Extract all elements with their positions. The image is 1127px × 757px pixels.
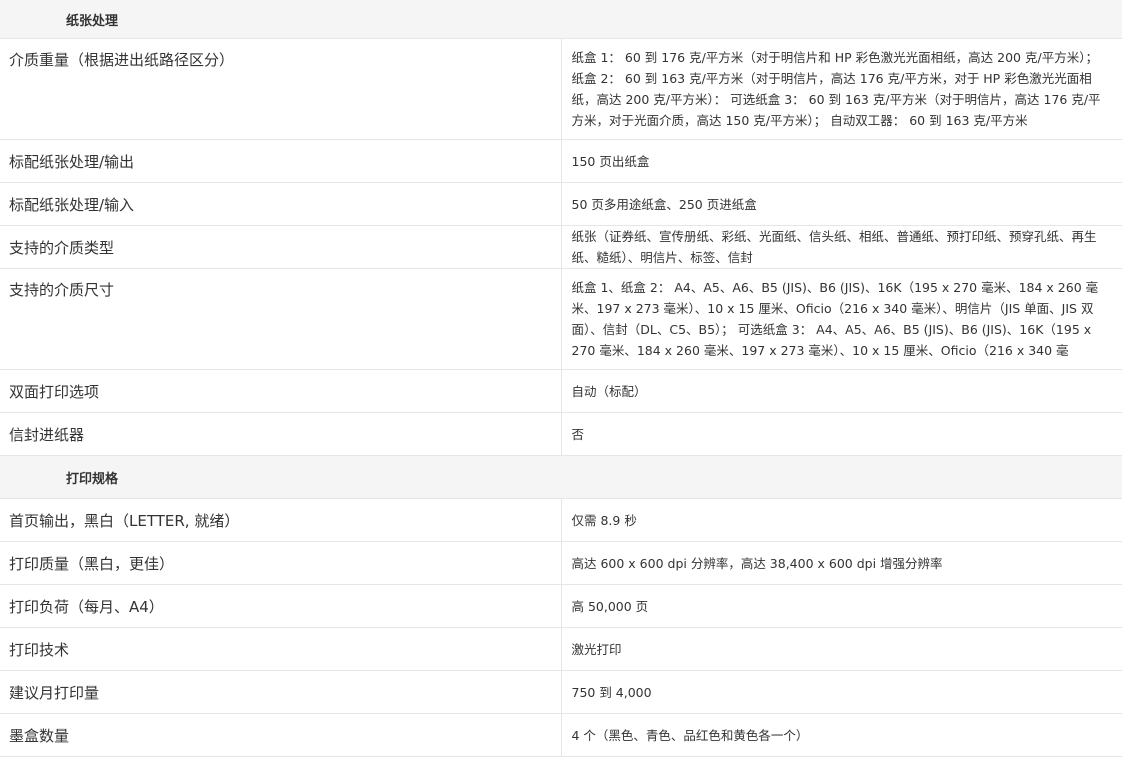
spec-value: 750 到 4,000 xyxy=(561,670,1122,714)
spec-value: 4 个（黑色、青色、品红色和黄色各一个） xyxy=(561,713,1122,757)
spec-value: 150 页出纸盒 xyxy=(561,139,1122,183)
spec-label: 双面打印选项 xyxy=(0,369,562,413)
section-title: 纸张处理 xyxy=(0,0,1122,39)
spec-value: 纸盒 1、纸盒 2： A4、A5、A6、B5 (JIS)、B6 (JIS)、16… xyxy=(561,268,1122,370)
section-header-print-specs: 打印规格 xyxy=(0,455,1122,499)
spec-value: 仅需 8.9 秒 xyxy=(561,498,1122,542)
spec-row-print-technology: 打印技术 激光打印 xyxy=(0,627,1122,671)
spec-label: 建议月打印量 xyxy=(0,670,562,714)
section-header-paper-handling: 纸张处理 xyxy=(0,0,1122,39)
spec-value: 否 xyxy=(561,412,1122,456)
spec-row-media-types: 支持的介质类型 纸张（证券纸、宣传册纸、彩纸、光面纸、信头纸、相纸、普通纸、预打… xyxy=(0,225,1122,269)
spec-value: 50 页多用途纸盒、250 页进纸盒 xyxy=(561,182,1122,226)
spec-row-print-quality: 打印质量（黑白，更佳） 高达 600 x 600 dpi 分辨率，高达 38,4… xyxy=(0,541,1122,585)
spec-row-envelope-feeder: 信封进纸器 否 xyxy=(0,412,1122,456)
spec-value: 高达 600 x 600 dpi 分辨率，高达 38,400 x 600 dpi… xyxy=(561,541,1122,585)
spec-label: 打印技术 xyxy=(0,627,562,671)
spec-value: 纸盒 1： 60 到 176 克/平方米（对于明信片和 HP 彩色激光光面相纸，… xyxy=(561,38,1122,140)
spec-row-standard-input: 标配纸张处理/输入 50 页多用途纸盒、250 页进纸盒 xyxy=(0,182,1122,226)
spec-value: 激光打印 xyxy=(561,627,1122,671)
spec-label: 首页输出，黑白（LETTER, 就绪） xyxy=(0,498,562,542)
spec-row-media-weight: 介质重量（根据进出纸路径区分） 纸盒 1： 60 到 176 克/平方米（对于明… xyxy=(0,38,1122,140)
spec-value: 自动（标配） xyxy=(561,369,1122,413)
spec-row-duty-cycle: 打印负荷（每月、A4） 高 50,000 页 xyxy=(0,584,1122,628)
spec-label: 信封进纸器 xyxy=(0,412,562,456)
spec-label: 介质重量（根据进出纸路径区分） xyxy=(0,38,562,140)
spec-label: 支持的介质尺寸 xyxy=(0,268,562,370)
spec-row-recommended-volume: 建议月打印量 750 到 4,000 xyxy=(0,670,1122,714)
spec-row-media-sizes: 支持的介质尺寸 纸盒 1、纸盒 2： A4、A5、A6、B5 (JIS)、B6 … xyxy=(0,268,1122,370)
spec-label: 打印负荷（每月、A4） xyxy=(0,584,562,628)
spec-label: 墨盒数量 xyxy=(0,713,562,757)
spec-value: 纸张（证券纸、宣传册纸、彩纸、光面纸、信头纸、相纸、普通纸、预打印纸、预穿孔纸、… xyxy=(561,225,1122,269)
spec-row-first-page-out: 首页输出，黑白（LETTER, 就绪） 仅需 8.9 秒 xyxy=(0,498,1122,542)
spec-label: 标配纸张处理/输出 xyxy=(0,139,562,183)
spec-value: 高 50,000 页 xyxy=(561,584,1122,628)
spec-label: 支持的介质类型 xyxy=(0,225,562,269)
spec-label: 打印质量（黑白，更佳） xyxy=(0,541,562,585)
spec-table: 纸张处理 介质重量（根据进出纸路径区分） 纸盒 1： 60 到 176 克/平方… xyxy=(0,0,1122,757)
section-title: 打印规格 xyxy=(0,455,1122,499)
spec-row-duplex: 双面打印选项 自动（标配） xyxy=(0,369,1122,413)
spec-row-standard-output: 标配纸张处理/输出 150 页出纸盒 xyxy=(0,139,1122,183)
spec-label: 标配纸张处理/输入 xyxy=(0,182,562,226)
spec-row-cartridge-count: 墨盒数量 4 个（黑色、青色、品红色和黄色各一个） xyxy=(0,713,1122,757)
